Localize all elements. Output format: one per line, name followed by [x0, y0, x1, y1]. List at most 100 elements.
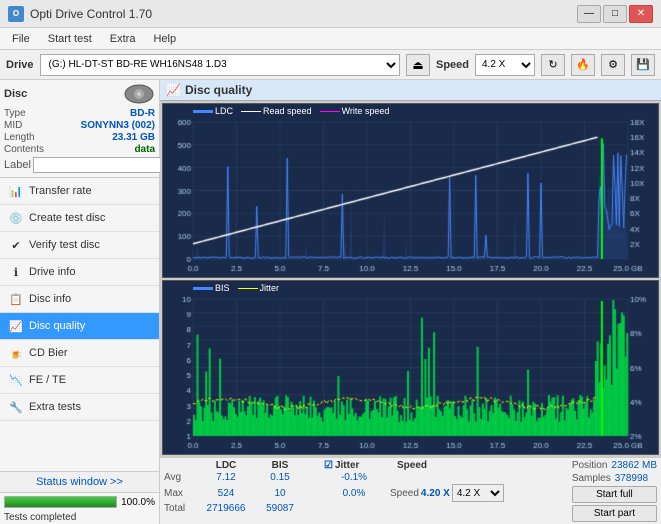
nav-create-test-disc[interactable]: 💿 Create test disc [0, 205, 159, 232]
total-ldc: 2719666 [200, 503, 252, 514]
disc-quality-title: Disc quality [185, 83, 252, 97]
nav-fe-te[interactable]: 📉 FE / TE [0, 367, 159, 394]
bis-legend-label: BIS [215, 283, 230, 293]
speed-stat-value: 4.20 X [421, 488, 450, 499]
start-full-button[interactable]: Start full [572, 486, 657, 503]
extra-tests-icon: 🔧 [8, 399, 24, 415]
close-button[interactable]: ✕ [629, 5, 653, 23]
disc-panel: Disc Type BD-R MID SONYNN3 (002) Length … [0, 80, 159, 178]
speed-label: Speed [436, 59, 469, 71]
nav-extra-tests[interactable]: 🔧 Extra tests [0, 394, 159, 421]
avg-label: Avg [164, 472, 198, 483]
disc-quality-header-icon: 📈 [166, 83, 181, 97]
bis-header: BIS [254, 460, 306, 471]
menu-help[interactable]: Help [145, 31, 184, 47]
refresh-button[interactable]: ↻ [541, 54, 565, 76]
burn-button[interactable]: 🔥 [571, 54, 595, 76]
nav-disc-info-label: Disc info [29, 293, 71, 305]
nav-drive-info-label: Drive info [29, 266, 75, 278]
mid-value: SONYNN3 (002) [81, 120, 155, 131]
position-value: 23862 MB [611, 460, 657, 471]
samples-label: Samples [572, 473, 611, 484]
avg-bis: 0.15 [254, 472, 306, 483]
nav-disc-quality[interactable]: 📈 Disc quality [0, 313, 159, 340]
drive-label: Drive [6, 59, 34, 71]
nav-verify-test-disc[interactable]: ✔ Verify test disc [0, 232, 159, 259]
bis-chart-legend: BIS Jitter [193, 283, 279, 293]
fe-te-icon: 📉 [8, 372, 24, 388]
speed-col-header: Speed [386, 460, 438, 471]
ldc-canvas [163, 104, 658, 277]
speed-select[interactable]: 4.2 X [475, 54, 535, 76]
menu-extra[interactable]: Extra [102, 31, 144, 47]
transfer-rate-icon: 📊 [8, 183, 24, 199]
settings-button[interactable]: ⚙ [601, 54, 625, 76]
samples-value: 378998 [615, 473, 648, 484]
bottom-stats: LDC BIS ☑ Jitter Speed Avg 7.12 0.15 -0.… [160, 457, 661, 524]
max-jitter: 0.0% [324, 488, 384, 499]
bis-canvas [163, 281, 658, 454]
label-input[interactable] [33, 157, 171, 173]
label-field-label: Label [4, 159, 31, 171]
cd-bier-icon: 🍺 [8, 345, 24, 361]
speed-stat-label: Speed [390, 488, 419, 499]
jitter-checkbox-display: ☑ [324, 460, 333, 471]
nav-cd-bier-label: CD Bier [29, 347, 68, 359]
write-speed-legend-label: Write speed [342, 106, 390, 116]
title-bar: O Opti Drive Control 1.70 — □ ✕ [0, 0, 661, 28]
eject-button[interactable]: ⏏ [406, 54, 430, 76]
ldc-header: LDC [200, 460, 252, 471]
start-part-button[interactable]: Start part [572, 505, 657, 522]
total-label: Total [164, 503, 198, 514]
nav-disc-quality-label: Disc quality [29, 320, 85, 332]
type-value: BD-R [130, 108, 155, 119]
disc-quality-icon: 📈 [8, 318, 24, 334]
progress-percent: 100.0% [121, 497, 155, 508]
type-label: Type [4, 108, 26, 119]
drive-info-icon: ℹ [8, 264, 24, 280]
status-window-button[interactable]: Status window >> [0, 472, 159, 493]
menu-bar: File Start test Extra Help [0, 28, 661, 50]
max-bis: 10 [254, 488, 306, 499]
menu-start-test[interactable]: Start test [40, 31, 100, 47]
nav-verify-test-disc-label: Verify test disc [29, 239, 100, 251]
nav-transfer-rate[interactable]: 📊 Transfer rate [0, 178, 159, 205]
disc-info-icon: 📋 [8, 291, 24, 307]
disc-quality-header: 📈 Disc quality [160, 80, 661, 101]
app-title: Opti Drive Control 1.70 [30, 7, 152, 21]
verify-test-disc-icon: ✔ [8, 237, 24, 253]
nav-drive-info[interactable]: ℹ Drive info [0, 259, 159, 286]
disc-icon [123, 84, 155, 104]
minimize-button[interactable]: — [577, 5, 601, 23]
ldc-chart-legend: LDC Read speed Write speed [193, 106, 389, 116]
save-button[interactable]: 💾 [631, 54, 655, 76]
drive-select[interactable]: (G:) HL-DT-ST BD-RE WH16NS48 1.D3 [40, 54, 400, 76]
nav-cd-bier[interactable]: 🍺 CD Bier [0, 340, 159, 367]
status-text: Tests completed [0, 511, 159, 524]
contents-value: data [134, 144, 155, 155]
charts-container: LDC Read speed Write speed [160, 101, 661, 457]
progress-bar [4, 496, 117, 508]
nav-section: 📊 Transfer rate 💿 Create test disc ✔ Ver… [0, 178, 159, 471]
bis-chart: BIS Jitter [162, 280, 659, 455]
sidebar: Disc Type BD-R MID SONYNN3 (002) Length … [0, 80, 160, 524]
nav-disc-info[interactable]: 📋 Disc info [0, 286, 159, 313]
content-area: 📈 Disc quality LDC Read speed [160, 80, 661, 524]
status-area: Status window >> 100.0% Tests completed [0, 471, 159, 524]
position-label: Position [572, 460, 608, 471]
speed-dropdown[interactable]: 4.2 X [452, 484, 504, 502]
maximize-button[interactable]: □ [603, 5, 627, 23]
stats-right: Position 23862 MB Samples 378998 Start f… [572, 460, 657, 522]
length-value: 23.31 GB [112, 132, 155, 143]
mid-label: MID [4, 120, 22, 131]
nav-create-test-disc-label: Create test disc [29, 212, 105, 224]
avg-jitter: -0.1% [324, 472, 384, 483]
window-controls: — □ ✕ [577, 5, 653, 23]
menu-file[interactable]: File [4, 31, 38, 47]
max-label: Max [164, 488, 198, 499]
app-icon: O [8, 6, 24, 22]
jitter-header: ☑ Jitter [324, 460, 384, 471]
total-bis: 59087 [254, 503, 306, 514]
status-progress-row: 100.0% [0, 493, 159, 511]
jitter-legend-label: Jitter [260, 283, 280, 293]
